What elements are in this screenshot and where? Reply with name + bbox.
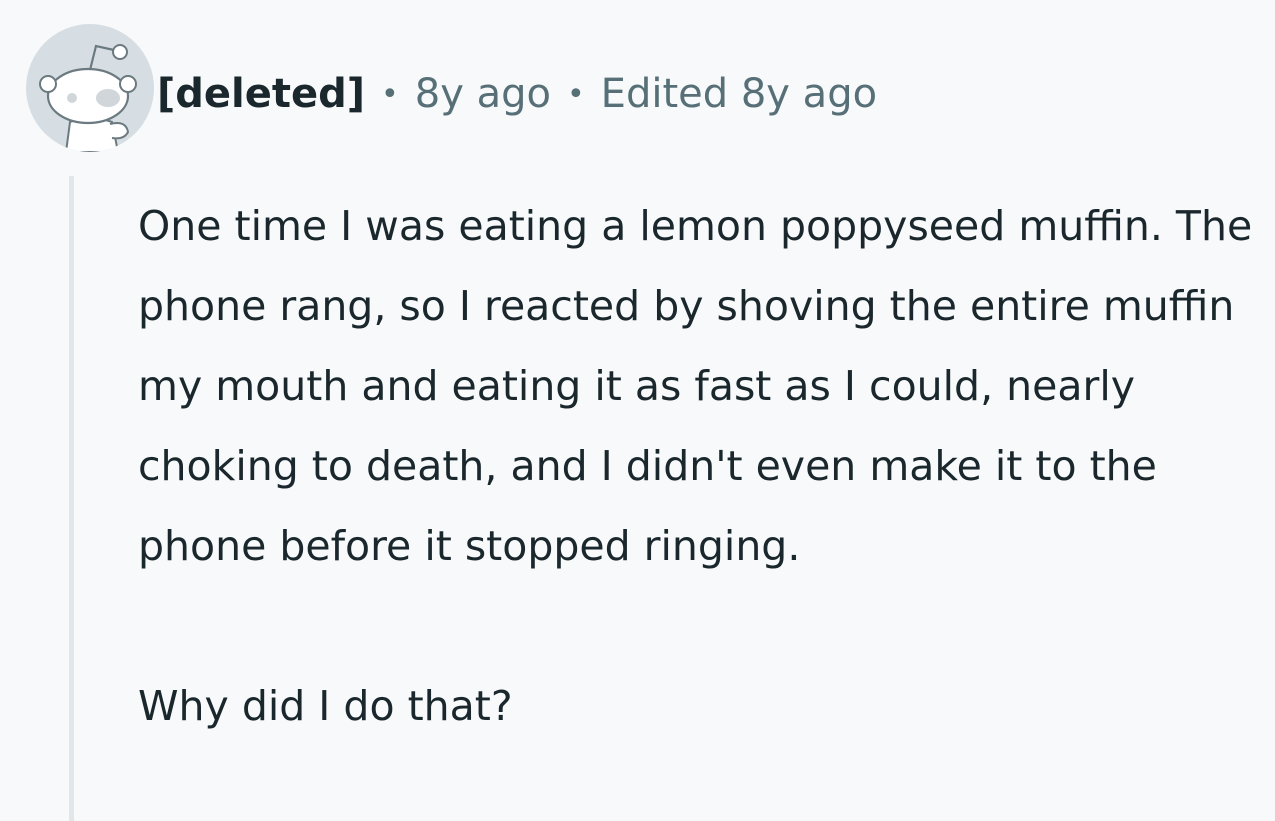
timestamp[interactable]: 8y ago [415, 71, 551, 117]
comment: [deleted] • 8y ago • Edited 8y ago One t… [0, 0, 1275, 821]
comment-body: One time I was eating a lemon poppyseed … [138, 186, 1263, 746]
comment-paragraph: One time I was eating a lemon poppyseed … [138, 202, 1253, 570]
edited-label: Edited 8y ago [600, 71, 878, 117]
comment-paragraph: Why did I do that? [138, 682, 513, 730]
separator-dot: • [381, 76, 399, 112]
author-name[interactable]: [deleted] [157, 71, 365, 117]
thread-collapse-line[interactable] [69, 176, 74, 821]
snoo-icon [39, 44, 137, 152]
separator-dot: • [566, 76, 585, 112]
snoo-avatar-icon[interactable] [26, 24, 154, 152]
comment-meta: [deleted] • 8y ago • Edited 8y ago [157, 64, 877, 124]
